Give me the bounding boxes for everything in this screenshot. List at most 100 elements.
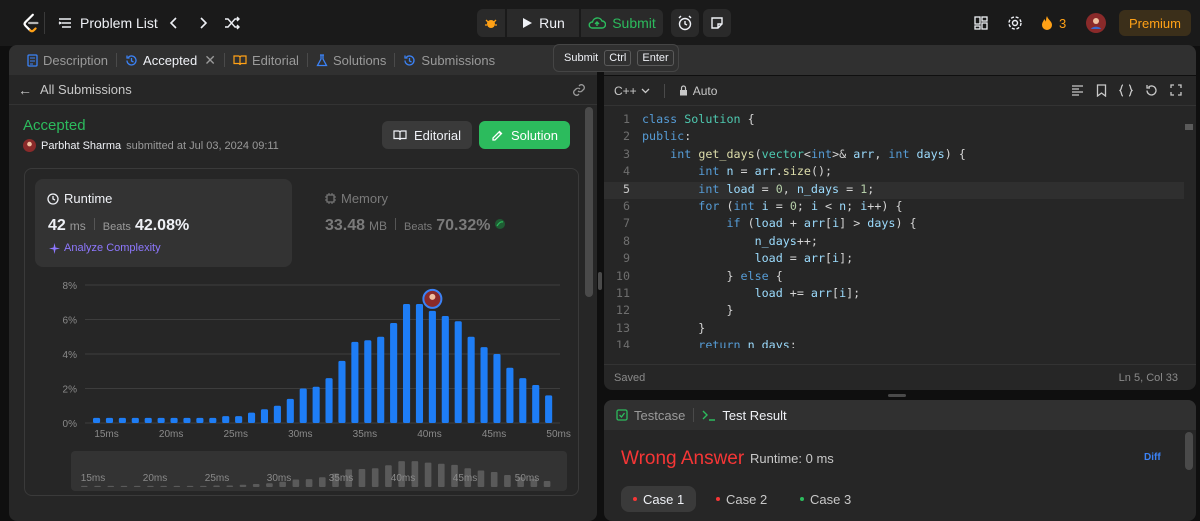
- chart-bar[interactable]: [170, 417, 178, 423]
- memory-header[interactable]: Memory: [325, 191, 388, 206]
- chart-bar[interactable]: [299, 388, 307, 424]
- chart-bar[interactable]: [235, 416, 243, 423]
- tab-testcase[interactable]: Testcase: [616, 408, 685, 423]
- chart-bar[interactable]: [454, 321, 462, 423]
- chart-bar[interactable]: [390, 322, 398, 423]
- case-1-button[interactable]: Case 1: [621, 486, 697, 512]
- chart-bar[interactable]: [545, 395, 553, 423]
- chart-bar[interactable]: [248, 412, 256, 423]
- horizontal-splitter-handle[interactable]: [888, 394, 906, 397]
- premium-button[interactable]: Premium: [1119, 10, 1191, 36]
- left-panel-scrollbar[interactable]: [585, 107, 593, 297]
- expand-icon[interactable]: [1170, 84, 1182, 96]
- chart-bar[interactable]: [338, 360, 346, 423]
- top-navbar: Problem List Run Submit 3 Premium: [0, 0, 1200, 46]
- chart-bar[interactable]: [467, 336, 475, 423]
- chart-bar[interactable]: [493, 354, 501, 423]
- chart-bar[interactable]: [209, 417, 217, 423]
- runtime-box[interactable]: Runtime 42 ms Beats 42.08% Analyze Compl…: [35, 179, 292, 267]
- code-line: 13 }: [615, 320, 706, 335]
- chart-bar[interactable]: [286, 398, 294, 423]
- runtime-distribution-chart[interactable]: 8% 6% 4% 2% 0% 15ms 20ms 25ms 30ms 35ms 40ms 45ms 50…: [25, 273, 578, 443]
- code-area[interactable]: 1 class Solution { 2 public: 3 int get_day…: [604, 112, 1184, 348]
- chart-bar[interactable]: [480, 347, 488, 423]
- chart-bar[interactable]: [273, 405, 281, 423]
- tab-test-result-label: Test Result: [722, 407, 787, 423]
- mini-chart-bar: [504, 475, 511, 487]
- chart-bar[interactable]: [183, 417, 191, 423]
- result-scrollbar[interactable]: [1185, 432, 1193, 470]
- chart-bar[interactable]: [351, 341, 359, 423]
- timer-button[interactable]: [671, 9, 699, 37]
- chart-bar[interactable]: [403, 303, 411, 423]
- submission-status: Accepted: [23, 117, 86, 134]
- settings-button[interactable]: [1006, 14, 1024, 32]
- debug-button[interactable]: [477, 9, 505, 37]
- chart-bar[interactable]: [519, 378, 527, 423]
- vertical-splitter-handle[interactable]: [598, 272, 602, 290]
- all-submissions-link[interactable]: All Submissions: [40, 82, 132, 97]
- mini-chart-bar: [213, 485, 220, 487]
- chart-bar[interactable]: [131, 417, 139, 423]
- problem-list-button[interactable]: Problem List: [58, 12, 158, 34]
- editor-scrollbar[interactable]: [1185, 124, 1193, 130]
- streak-counter[interactable]: 3: [1040, 14, 1066, 32]
- back-arrow-icon[interactable]: ←: [18, 82, 32, 98]
- run-button[interactable]: Run: [507, 9, 579, 37]
- chart-bar[interactable]: [428, 310, 436, 423]
- mini-chart-bar: [147, 485, 154, 487]
- editorial-button[interactable]: Editorial: [382, 121, 472, 149]
- next-problem-button[interactable]: [194, 12, 212, 34]
- chart-bar[interactable]: [364, 340, 372, 423]
- chart-bar[interactable]: [506, 367, 514, 423]
- chart-bar[interactable]: [144, 417, 152, 423]
- chart-bar[interactable]: [260, 409, 269, 423]
- tab-accepted[interactable]: Accepted ✕: [117, 45, 224, 75]
- diff-toggle[interactable]: Diff: [1144, 452, 1161, 463]
- avatar[interactable]: [1086, 13, 1106, 33]
- reset-icon[interactable]: [1145, 84, 1158, 97]
- submission-user[interactable]: Parbhat Sharma: [41, 140, 121, 152]
- prev-problem-button[interactable]: [165, 12, 183, 34]
- sparkle-icon: [49, 242, 60, 254]
- runtime-range-selector[interactable]: 15ms 20ms 25ms 30ms 35ms 40ms 45ms 50ms: [71, 451, 567, 491]
- chart-bar[interactable]: [93, 417, 101, 423]
- chart-bar[interactable]: [222, 416, 230, 423]
- chart-bar[interactable]: [118, 417, 126, 423]
- format-align-icon[interactable]: [1071, 84, 1084, 97]
- chart-bar[interactable]: [441, 316, 449, 423]
- tab-submissions[interactable]: Submissions: [395, 45, 503, 75]
- layout-button[interactable]: [972, 14, 990, 32]
- tab-solutions-label: Solutions: [332, 52, 387, 68]
- tab-description[interactable]: Description: [19, 45, 116, 75]
- braces-icon[interactable]: [1119, 84, 1133, 97]
- close-icon[interactable]: ✕: [204, 52, 216, 69]
- case-2-button[interactable]: Case 2: [704, 486, 779, 512]
- run-submit-group: Run Submit: [477, 9, 731, 37]
- chart-bar[interactable]: [196, 417, 204, 423]
- chart-bar[interactable]: [105, 417, 114, 423]
- submit-button[interactable]: Submit: [581, 9, 663, 37]
- language-select[interactable]: C++: [614, 84, 650, 98]
- tab-test-result[interactable]: Test Result: [702, 407, 787, 423]
- chart-bar[interactable]: [377, 336, 385, 423]
- chart-bar[interactable]: [532, 385, 540, 423]
- chart-bar[interactable]: [415, 303, 424, 423]
- case-3-button[interactable]: Case 3: [788, 486, 863, 512]
- bookmark-icon[interactable]: [1096, 84, 1107, 97]
- notes-button[interactable]: [703, 9, 731, 37]
- tab-editorial[interactable]: Editorial: [225, 45, 307, 75]
- random-problem-button[interactable]: [222, 12, 242, 34]
- solution-button[interactable]: Solution: [479, 121, 570, 149]
- layout-grid-icon: [974, 16, 988, 30]
- chart-bar[interactable]: [325, 378, 333, 423]
- chart-bar[interactable]: [157, 417, 165, 423]
- tab-solutions[interactable]: Solutions: [308, 45, 394, 75]
- leetcode-logo-icon[interactable]: [20, 12, 42, 34]
- chart-bar[interactable]: [312, 386, 320, 423]
- auto-mode-toggle[interactable]: Auto: [679, 84, 717, 98]
- analyze-complexity-link[interactable]: Analyze Complexity: [49, 242, 161, 254]
- link-icon[interactable]: [572, 83, 586, 97]
- save-status: Saved: [614, 371, 646, 384]
- x-tick-label: 50ms: [546, 429, 570, 440]
